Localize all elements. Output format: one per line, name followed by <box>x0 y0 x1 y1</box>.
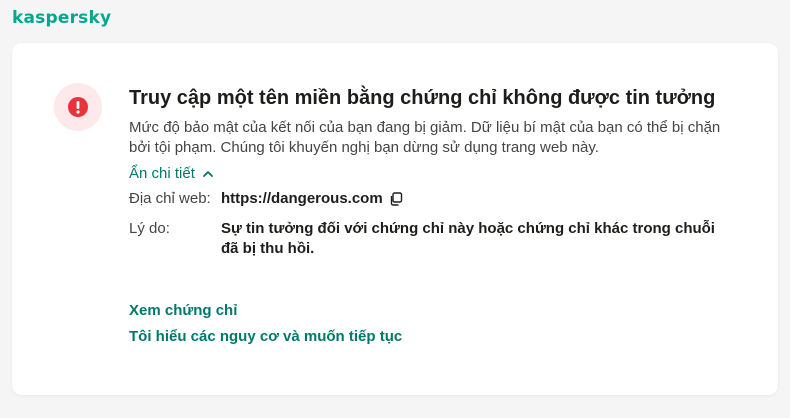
proceed-anyway-link[interactable]: Tôi hiểu các nguy cơ và muốn tiếp tục <box>129 328 749 345</box>
copy-icon[interactable] <box>389 192 403 206</box>
kaspersky-logo: kaspersky <box>12 8 112 28</box>
reason-row: Lý do: Sự tin tưởng đối với chứng chỉ nà… <box>129 219 749 259</box>
url-row: Địa chỉ web: https://dangerous.com <box>129 189 749 209</box>
warning-content: Truy cập một tên miền bằng chứng chỉ khô… <box>129 85 749 345</box>
page-title: Truy cập một tên miền bằng chứng chỉ khô… <box>129 87 716 109</box>
error-icon-container <box>54 83 102 131</box>
reason-value: Sự tin tưởng đối với chứng chỉ này hoặc … <box>221 220 715 257</box>
url-value: https://dangerous.com <box>221 190 383 207</box>
chevron-up-icon <box>202 170 213 177</box>
warning-card: Truy cập một tên miền bằng chứng chỉ khô… <box>12 43 778 395</box>
hide-details-toggle[interactable]: Ẩn chi tiết <box>129 165 213 182</box>
view-certificate-link[interactable]: Xem chứng chỉ <box>129 302 749 319</box>
warning-description: Mức độ bảo mật của kết nối của bạn đang … <box>129 119 721 156</box>
url-label: Địa chỉ web: <box>129 190 211 207</box>
url-value-group: https://dangerous.com <box>221 189 403 209</box>
hide-details-label: Ẩn chi tiết <box>129 165 195 182</box>
reason-label: Lý do: <box>129 220 170 237</box>
error-alert-icon <box>68 97 88 117</box>
